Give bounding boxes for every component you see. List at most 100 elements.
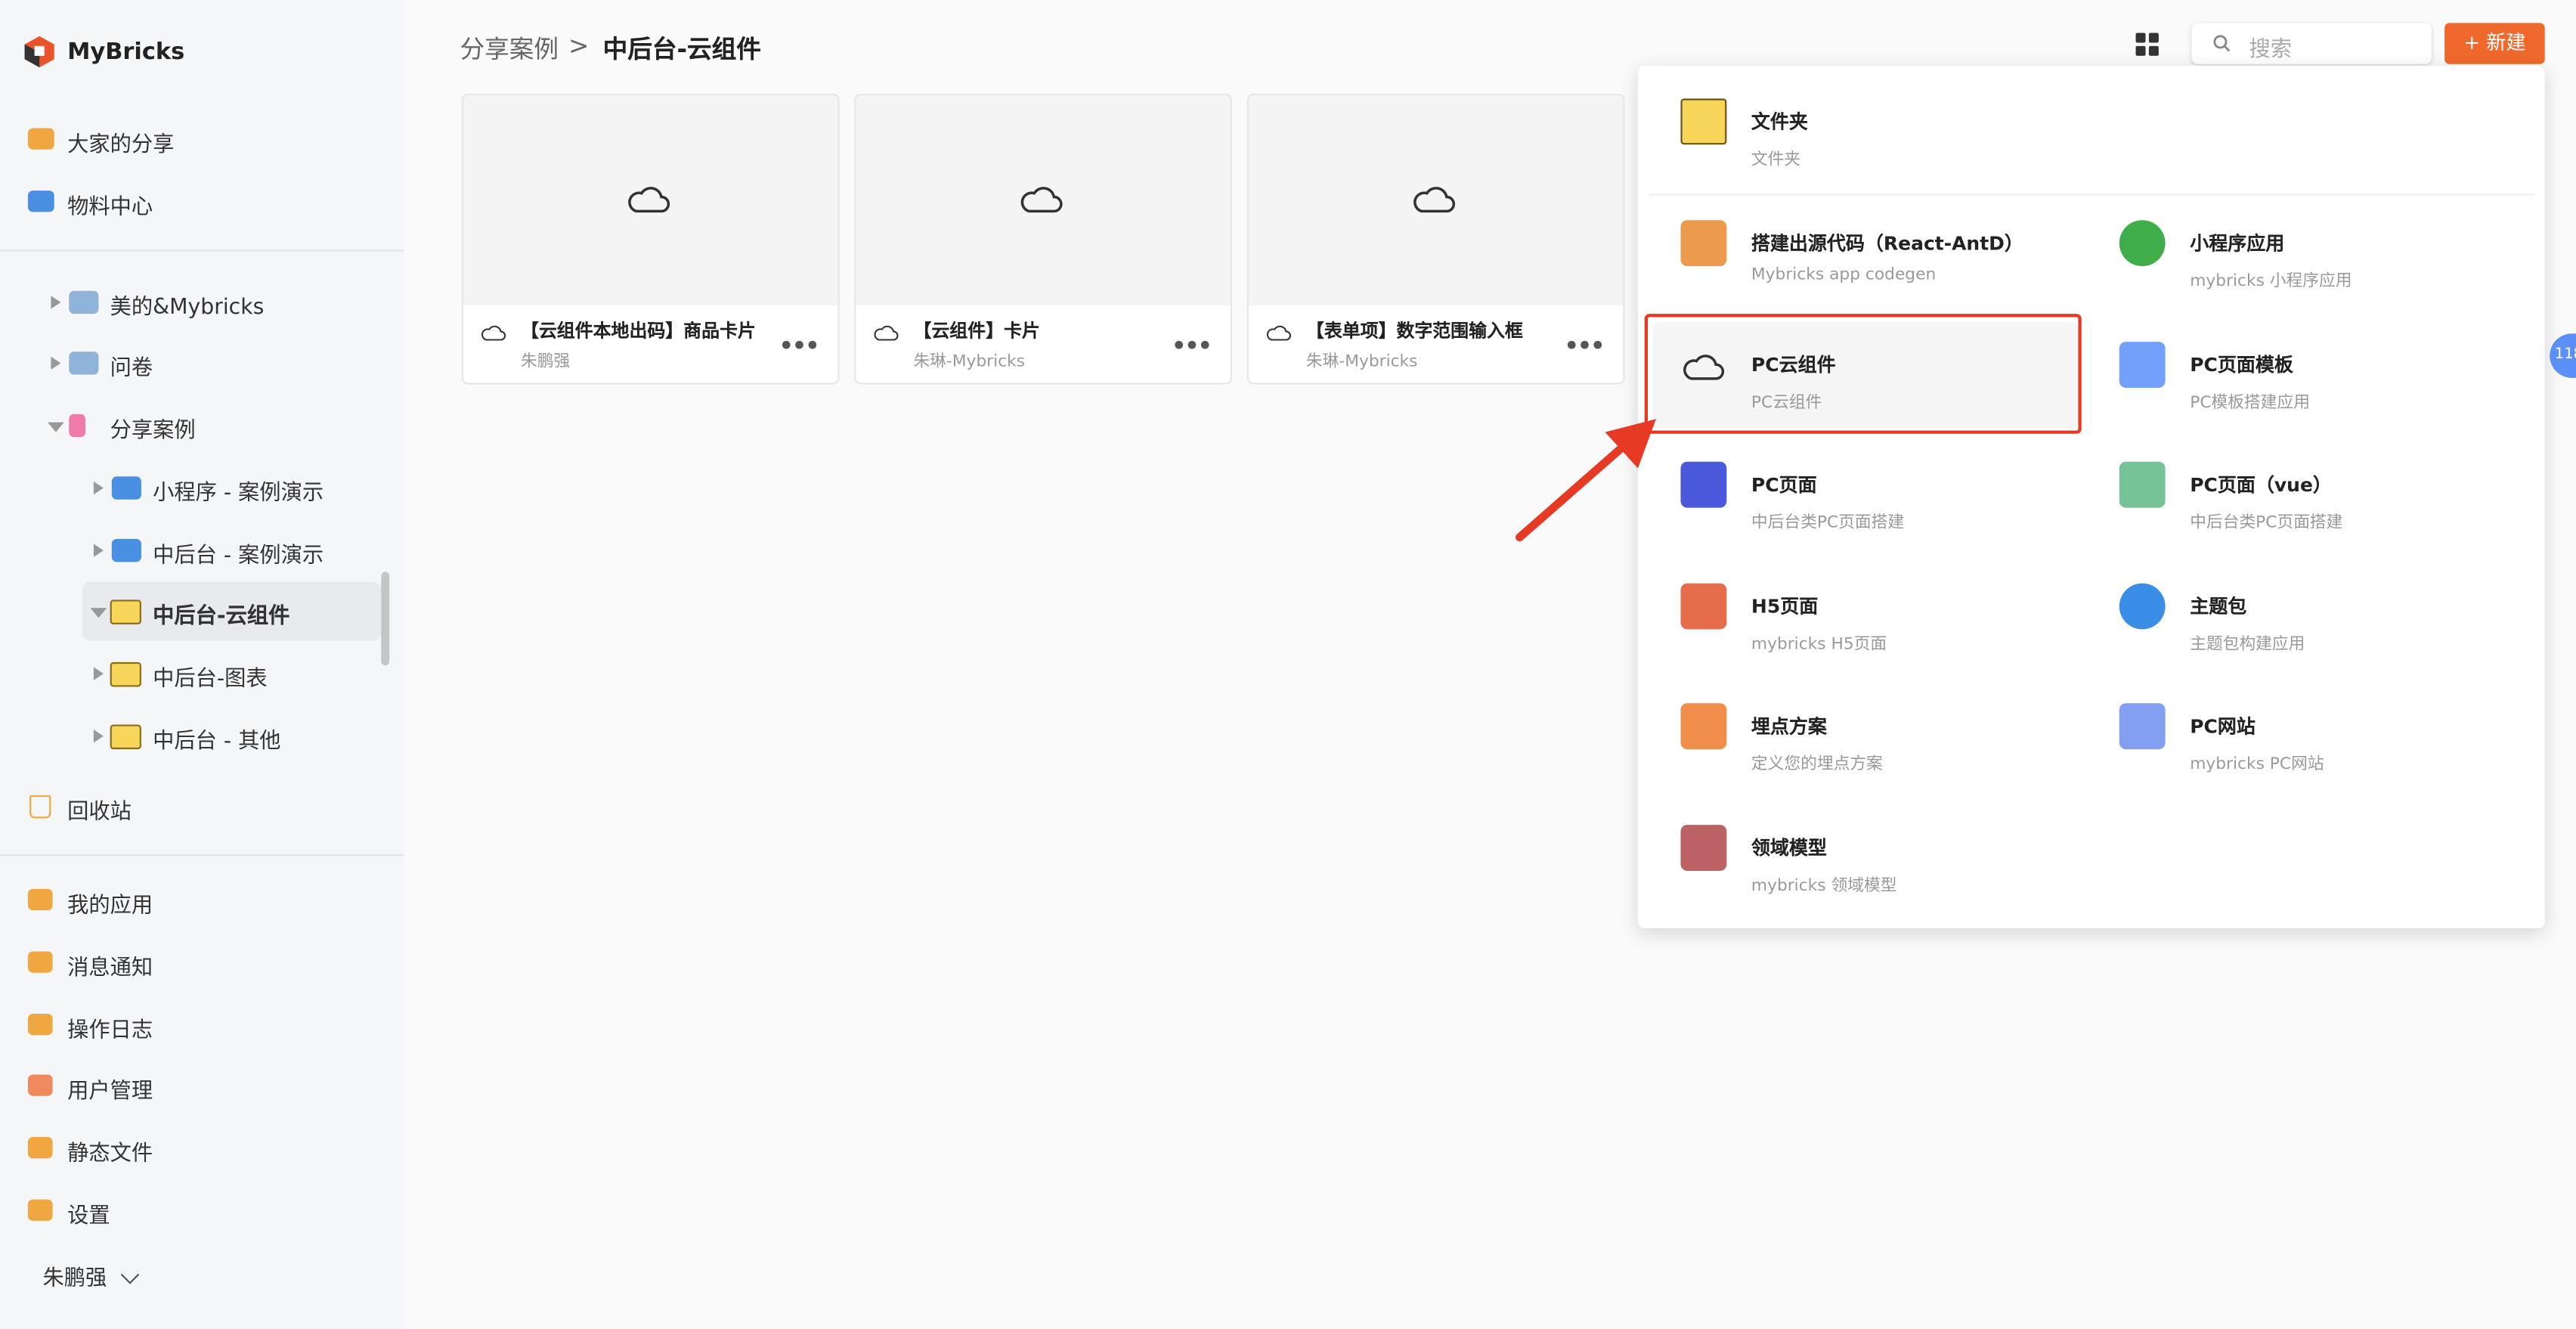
grid-view-icon[interactable] xyxy=(2135,33,2159,56)
sidebar-item[interactable]: 我的应用 xyxy=(67,888,153,919)
sidebar-item[interactable]: 大家的分享 xyxy=(67,126,174,158)
more-options-icon[interactable]: ••• xyxy=(1564,333,1605,360)
menu-item-subtitle: mybricks H5页面 xyxy=(1751,635,1887,654)
stack-icon xyxy=(111,476,141,500)
chevron-right-icon[interactable] xyxy=(51,356,61,370)
mybricks-logo-icon xyxy=(24,36,54,68)
menu-item-title: 主题包 xyxy=(2190,594,2247,618)
menu-item-folder[interactable]: 文件夹 文件夹 xyxy=(1638,98,2065,206)
tree-item[interactable]: 中后台-云组件 xyxy=(153,598,289,630)
app-window: MyBricks 大家的分享 物料中心 美的&Mybricks 问卷 分享案例 小程序 -… xyxy=(0,0,2576,1329)
user-name: 朱鹏强 xyxy=(42,1266,107,1292)
chevron-right-icon[interactable] xyxy=(51,296,61,309)
menu-item-theme[interactable]: 主题包主题包构建应用 xyxy=(2076,583,2503,691)
cloud-icon xyxy=(480,321,509,343)
card-title: 【表单项】数字范围输入框 xyxy=(1305,320,1523,342)
new-button[interactable]: + 新建 xyxy=(2444,23,2545,64)
user-menu[interactable]: 朱鹏强 xyxy=(42,1260,140,1292)
chevron-down-icon[interactable] xyxy=(48,422,64,432)
breadcrumb-separator: > xyxy=(568,31,590,61)
search-input[interactable]: 搜索 xyxy=(2191,23,2432,64)
theme-icon xyxy=(2119,583,2166,629)
sidebar-item[interactable]: 静态文件 xyxy=(67,1135,153,1167)
sidebar-item-trash[interactable]: 回收站 xyxy=(67,794,132,825)
cloud-icon xyxy=(872,321,902,343)
chevron-right-icon[interactable] xyxy=(93,667,104,680)
menu-item-subtitle: 中后台类PC页面搭建 xyxy=(1751,514,1905,533)
chevron-right-icon[interactable] xyxy=(93,481,104,495)
message-icon xyxy=(27,950,53,973)
user-manage-icon xyxy=(27,1075,53,1097)
card-title: 【云组件】卡片 xyxy=(913,320,1040,342)
menu-item-title: 搭建出源代码（React-AntD） xyxy=(1751,231,2023,255)
floating-badge[interactable]: 118 xyxy=(2550,333,2576,378)
menu-item-subtitle: Mybricks app codegen xyxy=(1751,266,1937,285)
menu-item-subtitle: 中后台类PC页面搭建 xyxy=(2190,514,2343,533)
page-template-icon xyxy=(2119,341,2166,388)
sidebar: MyBricks 大家的分享物料中心美的&Mybricks 问卷分享案例小程序 -… xyxy=(0,0,404,1329)
menu-item-title: 埋点方案 xyxy=(1751,715,1827,739)
chevron-right-icon[interactable] xyxy=(93,730,104,743)
sidebar-item[interactable]: 设置 xyxy=(67,1197,110,1229)
tree-item[interactable]: 中后台 - 案例演示 xyxy=(153,537,324,568)
menu-item-title: 小程序应用 xyxy=(2190,231,2285,255)
menu-item-monitor[interactable]: PC页面中后台类PC页面搭建 xyxy=(1638,462,2065,570)
chevron-down-icon xyxy=(120,1265,140,1284)
component-card[interactable]: 【表单项】数字范围输入框 朱琳-Mybricks ••• xyxy=(1246,93,1625,385)
tree-item[interactable]: 美的&Mybricks xyxy=(110,290,265,321)
tree-item[interactable]: 分享案例 xyxy=(110,413,196,444)
vue-file-icon xyxy=(2119,462,2166,509)
sidebar-scrollbar[interactable] xyxy=(381,572,390,666)
menu-item-page-template[interactable]: PC页面模板 PC模板搭建应用 xyxy=(2076,341,2503,449)
breadcrumb-parent[interactable]: 分享案例 xyxy=(460,31,559,66)
code-icon xyxy=(1680,220,1727,267)
menu-item-subtitle: mybricks 小程序应用 xyxy=(2190,272,2352,291)
card-author: 朱鹏强 xyxy=(520,353,571,372)
menu-item-title: PC页面 xyxy=(1751,473,1817,497)
cloud-icon xyxy=(624,181,677,220)
menu-item-subtitle: mybricks PC网站 xyxy=(2190,756,2324,775)
annotation-arrow-icon xyxy=(1516,419,1656,542)
card-thumbnail xyxy=(463,95,838,306)
sidebar-item[interactable]: 用户管理 xyxy=(67,1073,153,1105)
menu-item-location-pin[interactable]: 埋点方案 定义您的埋点方案 xyxy=(1638,704,2065,812)
tree-item[interactable]: 中后台 - 其他 xyxy=(153,723,280,754)
menu-item-title: PC页面（vue） xyxy=(2190,473,2332,497)
cloud-icon xyxy=(1410,181,1463,220)
cloud-icon xyxy=(1265,321,1295,343)
sidebar-divider xyxy=(0,249,404,252)
tree-item[interactable]: 小程序 - 案例演示 xyxy=(153,475,324,507)
more-options-icon[interactable]: ••• xyxy=(1172,333,1212,360)
menu-item-html5[interactable]: H5页面 mybricks H5页面 xyxy=(1638,583,2065,691)
sidebar-item[interactable]: 操作日志 xyxy=(67,1011,153,1043)
log-icon xyxy=(27,1013,53,1035)
menu-item-vue-file[interactable]: PC页面（vue） 中后台类PC页面搭建 xyxy=(2076,462,2503,570)
tree-item[interactable]: 中后台-图表 xyxy=(153,661,267,692)
location-pin-icon xyxy=(1680,704,1727,750)
menu-item-subtitle: 主题包构建应用 xyxy=(2190,635,2305,654)
menu-item-domain-model[interactable]: 领域模型 mybricks 领域模型 xyxy=(1638,825,2065,933)
trash-icon xyxy=(29,795,51,819)
search-placeholder: 搜索 xyxy=(2249,37,2293,63)
menu-item-ie-browser[interactable]: PC网站 mybricks PC网站 xyxy=(2076,704,2503,812)
brand-name: MyBricks xyxy=(67,39,185,66)
tree-item[interactable]: 问卷 xyxy=(110,350,153,382)
menu-item-subtitle: 文件夹 xyxy=(1751,150,1801,169)
chevron-right-icon[interactable] xyxy=(93,544,104,557)
cloud-icon xyxy=(1017,181,1070,220)
menu-item-subtitle: mybricks 领域模型 xyxy=(1751,877,1897,896)
chevron-down-icon[interactable] xyxy=(90,608,107,618)
team-icon xyxy=(69,290,99,314)
briefcase-icon xyxy=(27,128,54,150)
menu-item-miniprogram[interactable]: 小程序应用 mybricks 小程序应用 xyxy=(2076,220,2503,328)
more-options-icon[interactable]: ••• xyxy=(779,333,820,360)
menu-item-title: 文件夹 xyxy=(1751,110,1808,134)
sidebar-item[interactable]: 物料中心 xyxy=(67,189,153,221)
sidebar-item[interactable]: 消息通知 xyxy=(67,950,153,981)
component-card[interactable]: 【云组件本地出码】商品卡片 朱鹏强 ••• xyxy=(461,93,840,385)
team-icon xyxy=(69,352,99,375)
component-card[interactable]: 【云组件】卡片 朱琳-Mybricks ••• xyxy=(854,93,1233,385)
search-icon xyxy=(2213,35,2231,52)
gear-icon xyxy=(27,1199,53,1221)
popsicle-icon xyxy=(69,414,86,438)
